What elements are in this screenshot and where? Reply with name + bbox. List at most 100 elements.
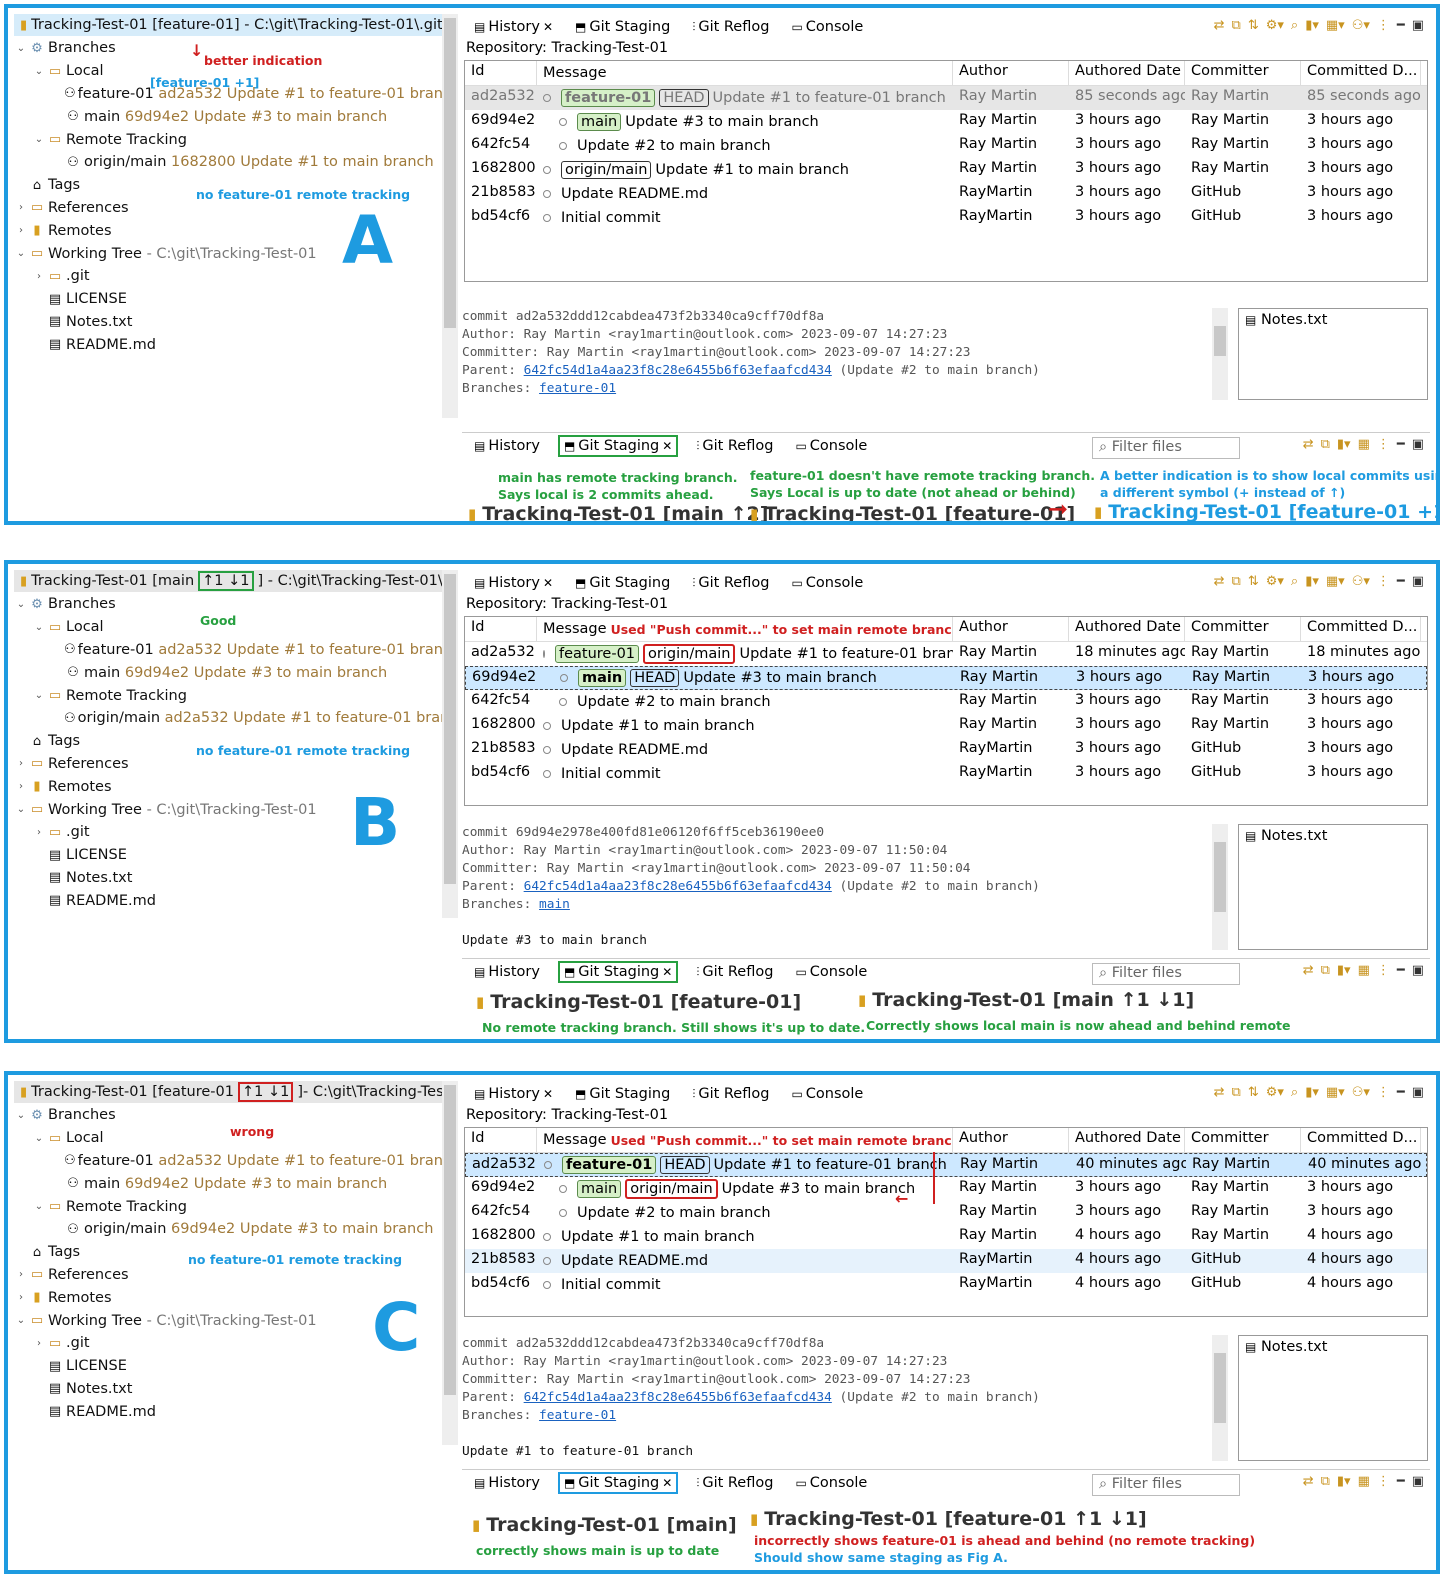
tab-git-reflog[interactable]: ⫶ Git Reflog	[688, 18, 773, 36]
compare-icon[interactable]: ⇅	[1248, 574, 1259, 589]
chevron-down-icon[interactable]: ⌄	[14, 599, 28, 610]
tree-remote-branch[interactable]: ⚇ origin/main 1682800 Update #1 to main b…	[14, 151, 442, 174]
filter-icon[interactable]: ⚙▾	[1266, 18, 1284, 33]
tab-git-staging[interactable]: ⬒ Git Staging ✕	[557, 435, 679, 457]
compare-icon[interactable]: ⇅	[1248, 18, 1259, 33]
filter-files-input[interactable]: ⌕ Filter files	[1092, 437, 1240, 459]
minimize-icon[interactable]: ━	[1397, 437, 1405, 452]
chevron-down-icon[interactable]: ⌄	[14, 1315, 28, 1326]
col-authored-date[interactable]: Authored Date	[1069, 1128, 1185, 1152]
chevron-right-icon[interactable]: ›	[32, 271, 46, 282]
link-icon[interactable]: ⧉	[1232, 1085, 1241, 1100]
col-committed-date[interactable]: Committed D...	[1301, 1128, 1421, 1152]
minimize-icon[interactable]: ━	[1397, 18, 1405, 33]
tree-file[interactable]: ▤ README.md	[14, 889, 442, 912]
maximize-icon[interactable]: ▣	[1412, 1474, 1424, 1489]
col-committed-date[interactable]: Committed D...	[1301, 617, 1421, 641]
chevron-right-icon[interactable]: ›	[14, 225, 28, 236]
col-author[interactable]: Author	[953, 61, 1069, 85]
repo-icon[interactable]: ▮▾	[1337, 963, 1351, 978]
tree-file[interactable]: ▤ Notes.txt	[14, 867, 442, 890]
repo-title[interactable]: ▮ Tracking-Test-01 [feature-01] - C:\git\…	[14, 14, 442, 36]
repo-icon[interactable]: ▮▾	[1305, 574, 1319, 589]
col-message[interactable]: Message Used "Push commit..." to set mai…	[537, 617, 953, 641]
branch-link[interactable]: feature-01	[539, 1408, 616, 1423]
table-row[interactable]: bd54cf6 Initial commit RayMartin 3 hours ag…	[465, 762, 1427, 786]
chevron-down-icon[interactable]: ⌄	[32, 622, 46, 633]
link-icon[interactable]: ⧉	[1321, 963, 1330, 978]
scrollbar[interactable]	[442, 14, 458, 418]
tab-git-reflog[interactable]: ⫶ Git Reflog	[688, 1085, 773, 1103]
table-row[interactable]: 642fc54 Update #2 to main branch Ray Marti…	[465, 134, 1427, 158]
chevron-right-icon[interactable]: ›	[14, 1292, 28, 1303]
table-row[interactable]: 1682800 origin/main Update #1 to main bran…	[465, 158, 1427, 182]
tab-console[interactable]: ▭ Console	[791, 963, 871, 981]
layout-icon[interactable]: ▦	[1358, 963, 1370, 978]
col-committer[interactable]: Committer	[1185, 61, 1301, 85]
scrollbar[interactable]	[1212, 1335, 1228, 1461]
close-icon[interactable]: ✕	[662, 1476, 672, 1490]
chevron-down-icon[interactable]: ⌄	[14, 248, 28, 259]
close-icon[interactable]: ✕	[543, 1087, 553, 1101]
minimize-icon[interactable]: ━	[1397, 1085, 1405, 1100]
tab-history[interactable]: ▤ History ✕	[470, 1085, 557, 1103]
chevron-right-icon[interactable]: ›	[32, 1338, 46, 1349]
chevron-right-icon[interactable]: ›	[14, 1269, 28, 1280]
search-icon[interactable]: ⌕	[1291, 574, 1298, 589]
tab-console[interactable]: ▭ Console	[791, 437, 871, 455]
sync-icon[interactable]: ⇄	[1214, 1085, 1225, 1100]
table-row[interactable]: ad2a532 feature-01 origin/main Update #1 to…	[465, 642, 1427, 666]
tree-remote-tracking[interactable]: ⌄ ▭ Remote Tracking	[14, 684, 442, 707]
tree-local-branch[interactable]: ⚇ feature-01 ad2a532 Update #1 to feature…	[14, 639, 442, 662]
tab-git-staging[interactable]: ⬒ Git Staging ✕	[557, 961, 679, 983]
tab-history[interactable]: ▤ History ✕	[470, 18, 557, 36]
search-icon[interactable]: ⌕	[1291, 18, 1298, 33]
parent-link[interactable]: 642fc54d1a4aa23f8c28e6455b6f63efaafcd434	[524, 363, 832, 378]
minimize-icon[interactable]: ━	[1397, 1474, 1405, 1489]
tab-console[interactable]: ▭ Console	[787, 574, 867, 592]
link-icon[interactable]: ⧉	[1232, 18, 1241, 33]
tab-history[interactable]: ▤ History	[470, 1474, 544, 1492]
compare-icon[interactable]: ⇅	[1248, 1085, 1259, 1100]
repo-title[interactable]: ▮ Tracking-Test-01 [main ↑1 ↓1] - C:\git\…	[14, 570, 442, 592]
layout-icon[interactable]: ▦	[1358, 437, 1370, 452]
chevron-right-icon[interactable]: ›	[14, 781, 28, 792]
menu-icon[interactable]: ⋮	[1377, 1474, 1390, 1489]
filter-icon[interactable]: ⚙▾	[1266, 574, 1284, 589]
table-row[interactable]: ad2a532 feature-01 HEAD Update #1 to featur…	[465, 86, 1427, 110]
chevron-right-icon[interactable]: ›	[32, 827, 46, 838]
maximize-icon[interactable]: ▣	[1412, 1085, 1424, 1100]
table-row[interactable]: 1682800 Update #1 to main branch Ray Marti…	[465, 714, 1427, 738]
link-icon[interactable]: ⧉	[1321, 1474, 1330, 1489]
layout-icon[interactable]: ▦▾	[1326, 1085, 1345, 1100]
tab-git-staging[interactable]: ⬒ Git Staging	[571, 18, 674, 36]
col-committer[interactable]: Committer	[1185, 617, 1301, 641]
tab-history[interactable]: ▤ History ✕	[470, 574, 557, 592]
sync-icon[interactable]: ⇄	[1214, 18, 1225, 33]
table-row[interactable]: 21b8583 Update README.md RayMartin 4 hours …	[465, 1249, 1427, 1273]
scrollbar[interactable]	[1212, 824, 1228, 950]
tab-console[interactable]: ▭ Console	[787, 18, 867, 36]
sync-icon[interactable]: ⇄	[1303, 437, 1314, 452]
close-icon[interactable]: ✕	[543, 576, 553, 590]
table-row[interactable]: 69d94e2 main Update #3 to main branch Ray M…	[465, 110, 1427, 134]
scrollbar[interactable]	[1212, 308, 1228, 400]
tree-remote-branch[interactable]: ⚇ origin/main 69d94e2 Update #3 to main b…	[14, 1218, 442, 1241]
maximize-icon[interactable]: ▣	[1412, 963, 1424, 978]
maximize-icon[interactable]: ▣	[1412, 18, 1424, 33]
file-name[interactable]: Notes.txt	[1261, 312, 1327, 328]
tree-file[interactable]: ▤ Notes.txt	[14, 1378, 442, 1401]
filter-icon[interactable]: ⚙▾	[1266, 1085, 1284, 1100]
table-row[interactable]: bd54cf6 Initial commit RayMartin 4 hours ag…	[465, 1273, 1427, 1297]
chevron-down-icon[interactable]: ⌄	[32, 1133, 46, 1144]
chevron-down-icon[interactable]: ⌄	[32, 690, 46, 701]
tree-remote-tracking[interactable]: ⌄ ▭ Remote Tracking	[14, 1195, 442, 1218]
chevron-right-icon[interactable]: ›	[14, 758, 28, 769]
tree-file[interactable]: ▤ README.md	[14, 1400, 442, 1423]
col-author[interactable]: Author	[953, 617, 1069, 641]
filter-files-input[interactable]: ⌕ Filter files	[1092, 963, 1240, 985]
maximize-icon[interactable]: ▣	[1412, 437, 1424, 452]
search-icon[interactable]: ⌕	[1291, 1085, 1298, 1100]
chevron-down-icon[interactable]: ⌄	[14, 43, 28, 54]
sync-icon[interactable]: ⇄	[1214, 574, 1225, 589]
